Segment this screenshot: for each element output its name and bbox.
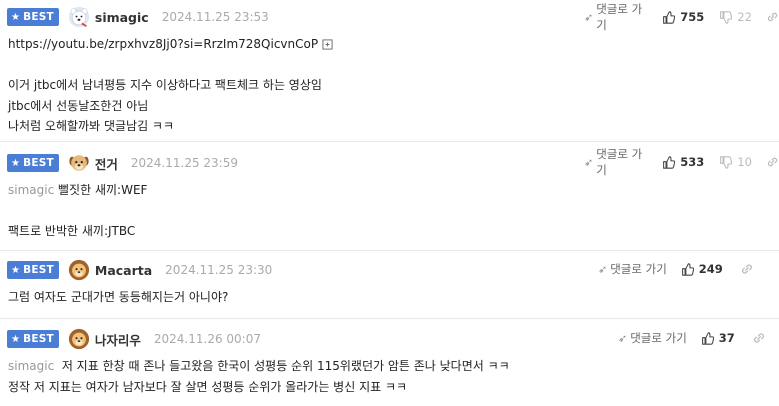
reply-arrow-icon: ➶ [584, 10, 594, 24]
thumbs-up-icon [701, 332, 714, 345]
comment-item: ★ BEST simagic 2024.11.25 23:53 ➶ 댓글로 가기 7… [0, 0, 779, 142]
comment-actions: ➶ 댓글로 가기 755 22 [584, 2, 779, 32]
like-button[interactable]: 533 [662, 155, 704, 169]
comment-item: ★ BEST 전거 2024.11.25 23:59 ➶ 댓글로 가기 533 10… [0, 142, 779, 251]
comment-author[interactable]: Macarta [95, 263, 152, 278]
comment-item: ★ BEST Macarta 2024.11.25 23:30 ➶ 댓글로 가기 2… [0, 251, 779, 319]
comment-line: 나처럼 오해할까봐 댓글남김 ㅋㅋ [8, 119, 175, 133]
comment-body: simagic 뻘짓한 새끼:WEF 팩트로 반박한 새끼:JTBC [8, 180, 147, 242]
star-icon: ★ [11, 333, 21, 345]
comment-date: 2024.11.25 23:59 [130, 156, 238, 170]
like-button[interactable]: 755 [662, 10, 704, 24]
comment-line: 그럼 여자도 군대가면 동등해지는거 아니야? [8, 290, 229, 304]
comment-body: 그럼 여자도 군대가면 동등해지는거 아니야? [8, 287, 228, 308]
comment-line: 저 지표 한창 때 존나 들고왔음 한국이 성평등 순위 115위랬던가 암튼 … [61, 359, 510, 373]
thumbs-up-icon [662, 156, 675, 169]
puppy-avatar[interactable] [68, 152, 90, 174]
best-badge: ★ BEST [7, 330, 59, 348]
link-icon[interactable] [752, 331, 766, 345]
comment-author[interactable]: simagic [95, 10, 149, 25]
go-to-reply-button[interactable]: ➶ 댓글로 가기 [584, 146, 648, 178]
thumbs-up-icon [662, 11, 675, 24]
comment-author[interactable]: 나자리우 [95, 330, 141, 349]
comment-date: 2024.11.25 23:30 [165, 263, 273, 277]
comment-body: https://youtu.be/zrpxhvz8Jj0?si=RrzIm728… [8, 34, 333, 137]
comment-item: ★ BEST 나자리우 2024.11.26 00:07 ➶ 댓글로 가기 37 s… [0, 319, 779, 406]
dislike-button[interactable]: 22 [719, 10, 752, 24]
comment-line: jtbc에서 선동날조한건 아님 [8, 98, 149, 113]
comment-line: 이거 jtbc에서 남녀평등 지수 이상하다고 팩트체크 하는 영상임 [8, 78, 322, 92]
comment-date: 2024.11.26 00:07 [153, 332, 261, 346]
best-badge: ★ BEST [7, 154, 59, 172]
external-link-icon[interactable] [322, 39, 333, 50]
polar-bear-avatar[interactable] [68, 6, 90, 28]
comment-line: 팩트로 반박한 새끼:JTBC [8, 224, 136, 238]
reply-arrow-icon: ➶ [598, 262, 608, 276]
mention-link[interactable]: simagic [8, 359, 54, 373]
reply-arrow-icon: ➶ [618, 331, 628, 345]
go-to-reply-button[interactable]: ➶ 댓글로 가기 [618, 330, 687, 346]
comment-date: 2024.11.25 23:53 [161, 10, 269, 24]
best-badge: ★ BEST [7, 8, 59, 26]
comment-actions: ➶ 댓글로 가기 249 [598, 258, 754, 280]
comment-line: 뻘짓한 새끼:WEF [58, 183, 148, 197]
comment-author[interactable]: 전거 [95, 154, 118, 173]
comment-line: 정작 저 지표는 여자가 남자보다 잘 살면 성평등 순위가 올라가는 병신 지… [8, 379, 408, 394]
link-icon[interactable] [766, 155, 779, 169]
star-icon: ★ [11, 157, 21, 169]
thumbs-down-icon [719, 156, 732, 169]
go-to-reply-button[interactable]: ➶ 댓글로 가기 [584, 1, 648, 33]
reply-arrow-icon: ➶ [584, 155, 594, 169]
thumbs-up-icon [681, 263, 694, 276]
lion-avatar[interactable] [68, 328, 90, 350]
comment-actions: ➶ 댓글로 가기 533 10 [584, 147, 779, 177]
like-button[interactable]: 37 [701, 331, 735, 345]
comment-actions: ➶ 댓글로 가기 37 [618, 327, 766, 349]
star-icon: ★ [11, 264, 21, 276]
link-icon[interactable] [740, 262, 754, 276]
like-button[interactable]: 249 [681, 262, 723, 276]
star-icon: ★ [11, 11, 21, 23]
best-badge: ★ BEST [7, 261, 59, 279]
go-to-reply-button[interactable]: ➶ 댓글로 가기 [598, 261, 667, 277]
thumbs-down-icon [719, 11, 732, 24]
comment-body: simagic 저 지표 한창 때 존나 들고왔음 한국이 성평등 순위 115… [8, 356, 510, 397]
lion-avatar[interactable] [68, 259, 90, 281]
mention-link[interactable]: simagic [8, 183, 54, 197]
dislike-button[interactable]: 10 [719, 155, 752, 169]
link-icon[interactable] [766, 10, 779, 24]
youtube-link[interactable]: https://youtu.be/zrpxhvz8Jj0?si=RrzIm728… [8, 37, 318, 51]
